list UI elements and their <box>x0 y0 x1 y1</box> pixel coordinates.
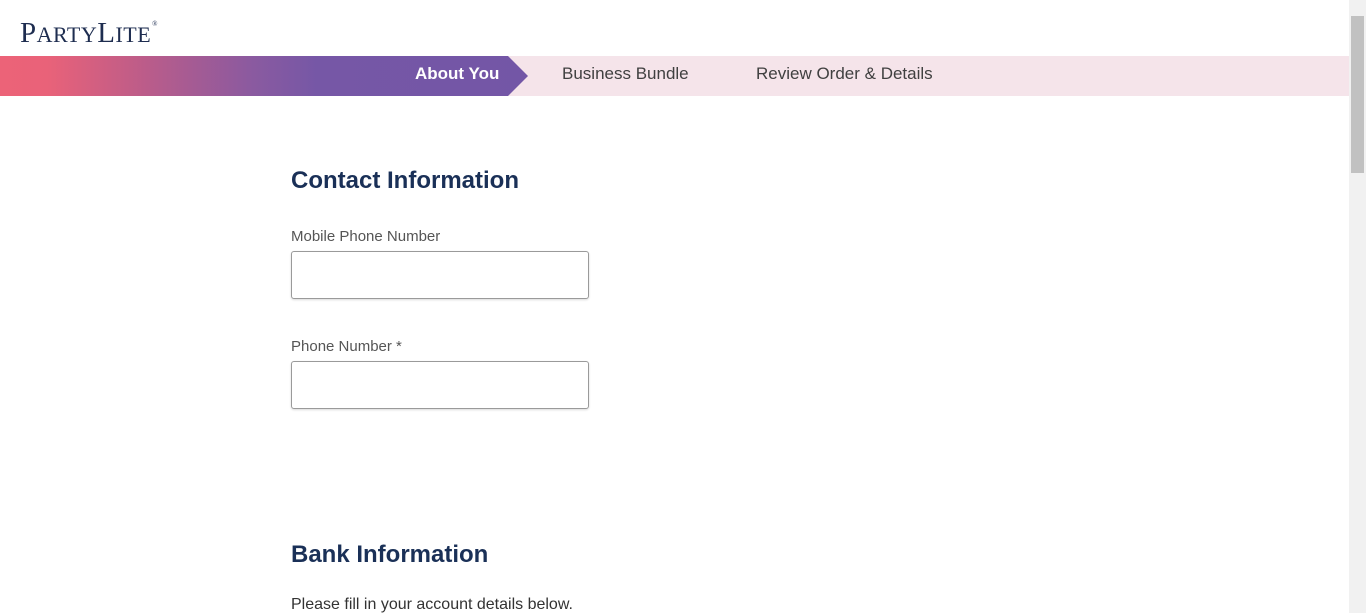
phone-number-label: Phone Number * <box>291 338 402 355</box>
bank-instructions-text: Please fill in your account details belo… <box>291 596 573 613</box>
page-scrollbar[interactable] <box>1349 0 1366 613</box>
logo-text-ite: ITE <box>115 22 152 47</box>
logo-text-arty: ARTY <box>36 22 98 47</box>
header: PARTYLITE® <box>0 0 1349 56</box>
step-business-bundle[interactable]: Business Bundle <box>562 56 689 96</box>
bank-information-heading: Bank Information <box>291 541 489 568</box>
mobile-phone-input[interactable] <box>291 251 589 299</box>
contact-information-heading: Contact Information <box>291 167 519 194</box>
partylite-logo[interactable]: PARTYLITE® <box>20 10 158 52</box>
phone-number-input[interactable] <box>291 361 589 409</box>
page: PARTYLITE® About You Business Bundle Rev… <box>0 0 1366 613</box>
step-review-order[interactable]: Review Order & Details <box>756 56 933 96</box>
logo-letter-p: P <box>20 17 37 49</box>
step-about-you[interactable]: About You <box>415 56 499 96</box>
scrollbar-thumb[interactable] <box>1351 16 1364 173</box>
registered-mark: ® <box>152 20 158 28</box>
mobile-phone-label: Mobile Phone Number <box>291 228 441 245</box>
checkout-stepper: About You Business Bundle Review Order &… <box>0 56 1349 96</box>
logo-letter-l: L <box>97 17 116 49</box>
